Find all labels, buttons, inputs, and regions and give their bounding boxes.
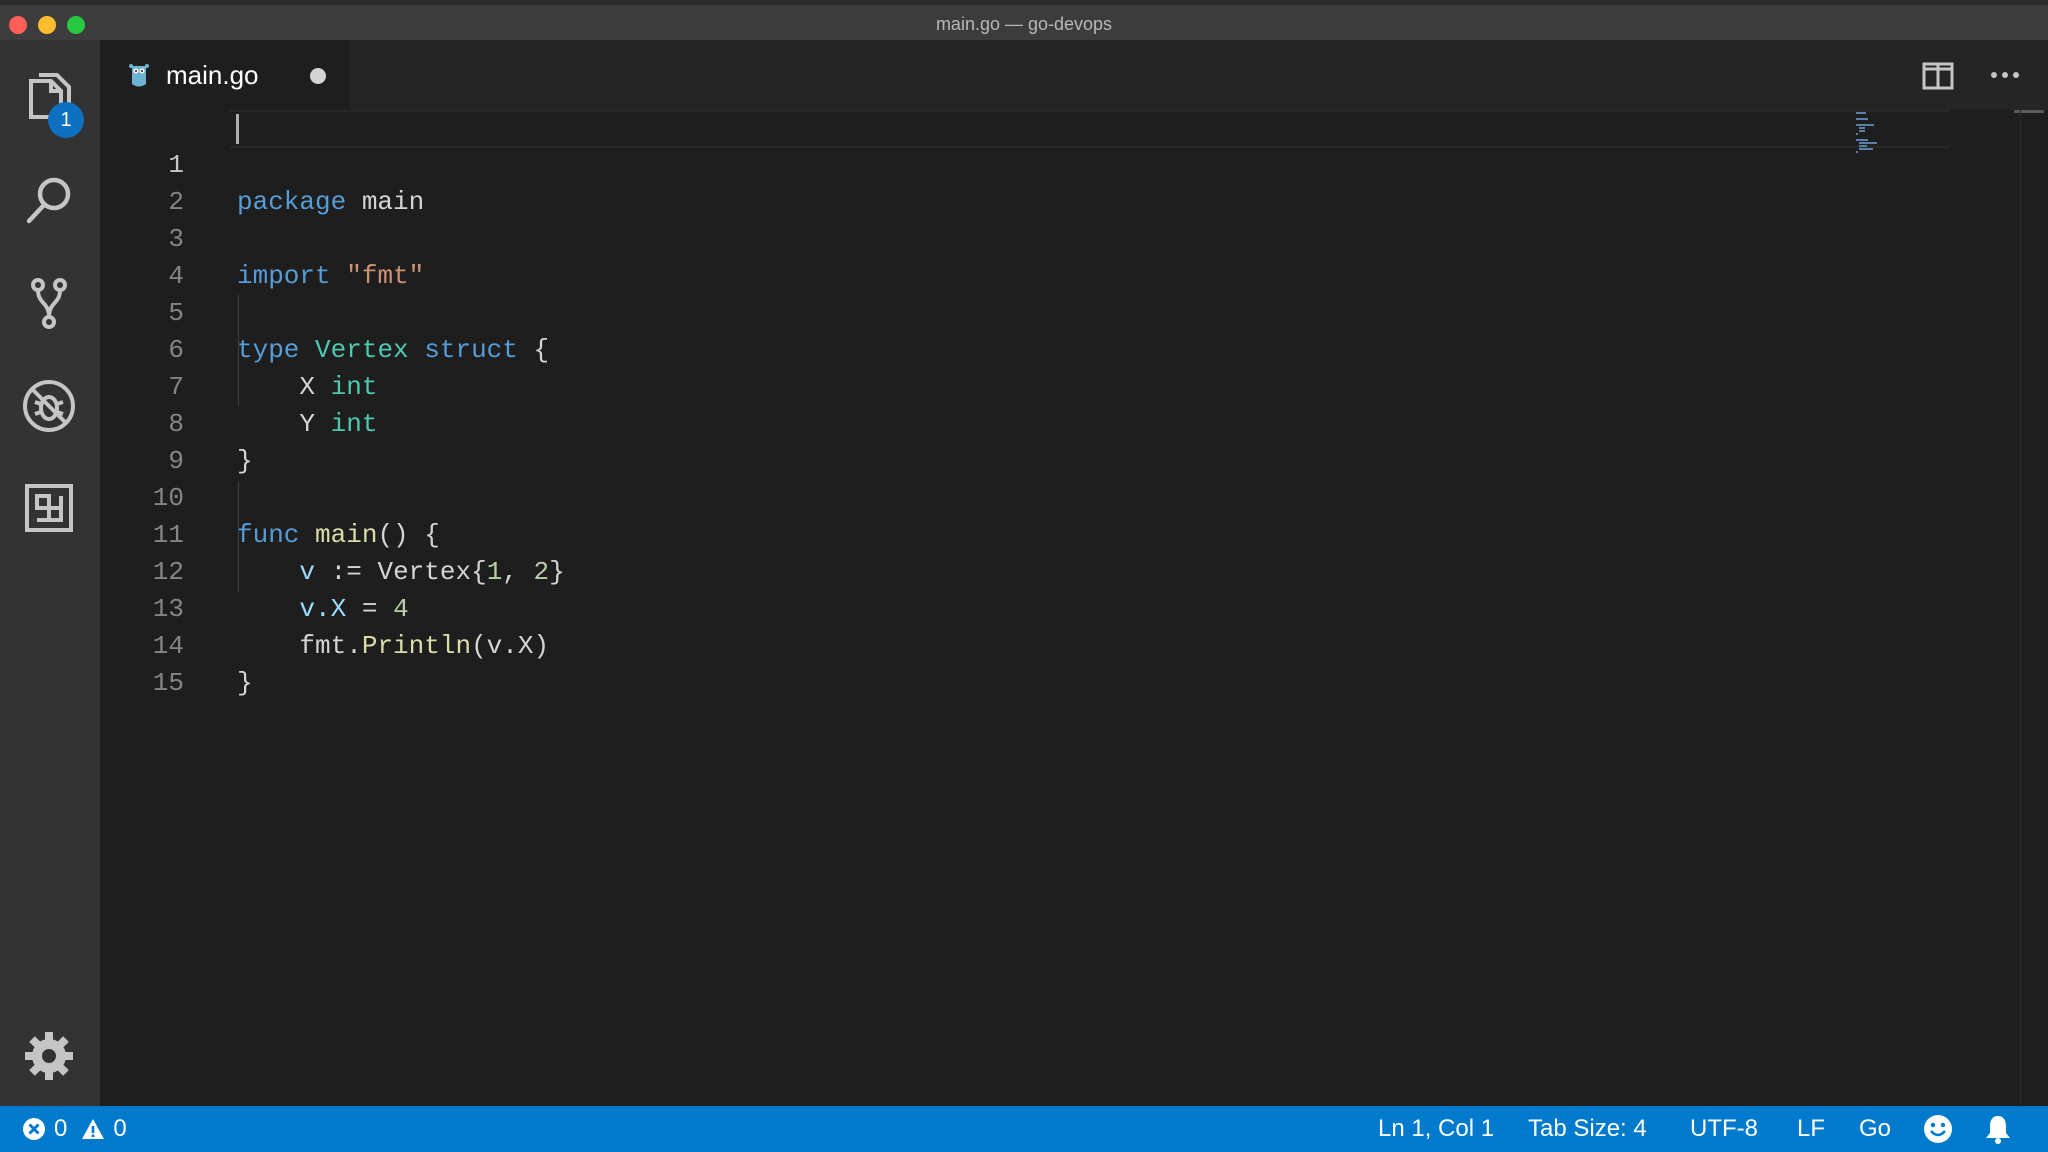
settings-button[interactable] xyxy=(18,1025,80,1087)
more-actions-icon[interactable] xyxy=(1988,58,2022,92)
debug-button[interactable] xyxy=(18,375,80,437)
line-number: 15 xyxy=(152,668,184,698)
window-title: main.go — go-devops xyxy=(935,14,1113,34)
warning-icon xyxy=(82,1119,105,1139)
code-line: 10 func main() { xyxy=(100,443,1900,550)
code-line: 2 xyxy=(100,147,1900,217)
extensions-button[interactable] xyxy=(18,477,80,539)
code-line: 15 xyxy=(100,628,1900,698)
extensions-icon xyxy=(25,484,73,532)
feedback-button[interactable] xyxy=(1923,1115,1953,1143)
explorer-button[interactable]: 1 xyxy=(18,68,84,138)
unsaved-dot-icon[interactable] xyxy=(310,68,326,84)
bell-icon xyxy=(1986,1116,2010,1144)
explorer-badge: 1 xyxy=(48,102,84,138)
cursor-position[interactable]: Ln 1, Col 1 xyxy=(1378,1115,1494,1143)
source-control-button[interactable] xyxy=(18,272,80,334)
code-line: 4 xyxy=(100,221,1900,291)
text-cursor xyxy=(236,114,239,144)
gear-icon xyxy=(25,1032,73,1080)
tab-bar: main.go xyxy=(100,40,2048,110)
code-line: 3 import "fmt" xyxy=(100,184,1900,291)
status-bar: 0 0 Ln 1, Col 1 Tab Size: 4 UTF-8 LF Go xyxy=(0,1106,2048,1152)
encoding-selector[interactable]: UTF-8 xyxy=(1690,1115,1758,1143)
warning-count: 0 xyxy=(113,1115,127,1142)
code-line: 1 package main xyxy=(100,110,1900,217)
code-line: 9 xyxy=(100,406,1900,476)
code-line: 6 X int xyxy=(100,295,1900,402)
code-line: 12 v.X = 4 xyxy=(100,517,1900,624)
code-line: 11 v := Vertex{1, 2} xyxy=(100,480,1900,587)
problems-indicator[interactable]: 0 0 xyxy=(22,1115,127,1143)
tab-main-go[interactable]: main.go xyxy=(100,40,350,110)
notifications-button[interactable] xyxy=(1984,1115,2012,1144)
code-line: 5 type Vertex struct { xyxy=(100,258,1900,365)
activity-bar: 1 xyxy=(0,40,100,1106)
search-button[interactable] xyxy=(18,170,80,232)
search-icon xyxy=(26,177,71,224)
code-line: 8 } xyxy=(100,369,1900,476)
error-count: 0 xyxy=(54,1115,68,1142)
vertical-scrollbar[interactable] xyxy=(2020,110,2048,1106)
split-editor-icon[interactable] xyxy=(1922,62,1954,90)
title-bar: main.go — go-devops xyxy=(0,0,2048,45)
ellipsis-icon xyxy=(1991,72,2019,78)
eol-selector[interactable]: LF xyxy=(1797,1115,1825,1143)
debug-no-bug-icon xyxy=(23,380,75,432)
code-line: 7 Y int xyxy=(100,332,1900,439)
code-editor[interactable]: 1 package main 2 3 import "fmt" 4 5 type… xyxy=(100,110,2048,1106)
code-line: 13 fmt.Println(v.X) xyxy=(100,554,1900,661)
go-gopher-icon xyxy=(129,64,149,87)
language-mode-selector[interactable]: Go xyxy=(1859,1115,1891,1143)
code-line: 14 } xyxy=(100,591,1900,698)
git-branch-icon xyxy=(31,278,67,329)
smiley-icon xyxy=(1924,1115,1952,1143)
tab-label: main.go xyxy=(166,60,259,90)
error-icon xyxy=(23,1118,45,1140)
tab-size-selector[interactable]: Tab Size: 4 xyxy=(1528,1115,1647,1143)
